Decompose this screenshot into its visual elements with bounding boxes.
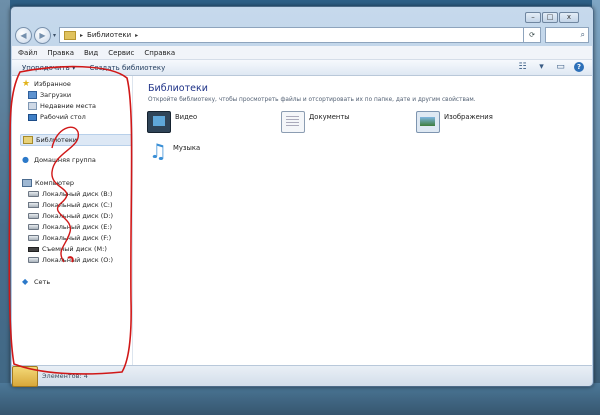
nav-homegroup[interactable]: ● Домашняя группа [22, 155, 96, 165]
desktop-icon [28, 113, 37, 121]
nav-drive-e-label: Локальный диск (E:) [42, 223, 113, 231]
nav-network[interactable]: ◆ Сеть [22, 277, 51, 287]
system-drive-icon [28, 202, 39, 208]
hard-drive-icon [28, 213, 39, 219]
address-separator-2[interactable]: ▸ [135, 32, 138, 39]
page-subtitle: Откройте библиотеку, чтобы просмотреть ф… [148, 97, 476, 103]
nav-libraries-label: Библиотеки [36, 136, 77, 144]
libraries-icon [23, 136, 33, 144]
view-options-dropdown-icon[interactable]: ▾ [536, 62, 547, 72]
nav-downloads[interactable]: Загрузки [28, 91, 71, 99]
toolbar-right: ☷ ▾ ▭ ? [517, 62, 584, 72]
nav-drive-m-label: Съемный диск (M:) [42, 245, 107, 253]
video-library-icon [147, 111, 171, 133]
status-text: Элементов: 4 [42, 372, 88, 380]
help-icon[interactable]: ? [574, 62, 584, 72]
change-view-icon[interactable]: ☷ [517, 62, 528, 72]
nav-network-label: Сеть [34, 278, 51, 286]
address-separator: ▸ [80, 31, 84, 39]
nav-drive-f[interactable]: Локальный диск (F:) [28, 234, 111, 242]
forward-arrow-icon[interactable]: ▶ [34, 26, 51, 44]
close-button[interactable]: x [559, 12, 579, 23]
nav-homegroup-label: Домашняя группа [34, 156, 96, 164]
refresh-icon[interactable]: ⟳ [524, 27, 541, 43]
library-documents[interactable]: Документы [281, 111, 350, 133]
menu-file[interactable]: Файл [18, 49, 37, 57]
downloads-folder-icon [28, 91, 37, 99]
nav-recent-places-label: Недавние места [40, 102, 96, 110]
command-bar: Упорядочить ▾ Создать библиотеку ☷ ▾ ▭ ? [12, 60, 592, 76]
nav-drive-e[interactable]: Локальный диск (E:) [28, 223, 112, 231]
address-path[interactable]: Библиотеки [87, 31, 131, 39]
nav-drive-d-label: Локальный диск (D:) [42, 212, 113, 220]
nav-drive-d[interactable]: Локальный диск (D:) [28, 212, 113, 220]
library-music[interactable]: ♫ Музыка [147, 139, 201, 163]
nav-desktop[interactable]: Рабочий стол [28, 113, 86, 121]
library-video-label: Видео [175, 113, 198, 121]
preview-pane-icon[interactable]: ▭ [555, 62, 566, 72]
caption-buttons: – □ x [525, 12, 579, 23]
address-bar[interactable]: ▸ Библиотеки ▸ [59, 27, 524, 43]
removable-drive-icon [28, 246, 39, 252]
nav-recent-places[interactable]: Недавние места [28, 102, 96, 110]
explorer-window: – □ x ◀ ▶ ▾ ▸ Библиотеки ▸ ⟳ ⌕ Файл Прав… [10, 6, 594, 387]
minimize-button[interactable]: – [525, 12, 541, 23]
nav-drive-o-label: Локальный диск (O:) [42, 256, 113, 264]
nav-desktop-label: Рабочий стол [40, 113, 86, 121]
documents-library-icon [281, 111, 305, 133]
hard-drive-icon [28, 235, 39, 241]
maximize-button[interactable]: □ [542, 12, 558, 23]
nav-downloads-label: Загрузки [40, 91, 72, 99]
status-bar [12, 365, 592, 386]
content-pane: Библиотеки Откройте библиотеку, чтобы пр… [133, 76, 592, 365]
nav-drive-c-label: Локальный диск (C:) [42, 201, 113, 209]
desktop-background-left [0, 0, 10, 415]
menu-help[interactable]: Справка [144, 49, 175, 57]
library-music-label: Музыка [173, 144, 201, 152]
nav-drive-c[interactable]: Локальный диск (C:) [28, 201, 113, 209]
navigation-pane: ★ Избранное Загрузки Недавние места Рабо… [12, 76, 133, 365]
library-pictures-label: Изображения [444, 113, 493, 121]
menu-bar: Файл Правка Вид Сервис Справка [12, 46, 592, 60]
hard-drive-icon [28, 224, 39, 230]
computer-icon [22, 179, 32, 187]
library-video[interactable]: Видео [147, 111, 197, 133]
star-icon: ★ [22, 79, 31, 89]
nav-drive-m[interactable]: Съемный диск (M:) [28, 245, 107, 253]
search-input[interactable]: ⌕ [545, 27, 589, 43]
organize-button[interactable]: Упорядочить ▾ [22, 64, 76, 72]
hard-drive-icon [28, 257, 39, 263]
hard-drive-icon [28, 191, 39, 197]
homegroup-icon: ● [22, 155, 29, 164]
nav-computer[interactable]: Компьютер [22, 179, 74, 187]
menu-view[interactable]: Вид [84, 49, 98, 57]
create-library-button[interactable]: Создать библиотеку [90, 64, 166, 72]
menu-tools[interactable]: Сервис [108, 49, 134, 57]
nav-computer-label: Компьютер [35, 179, 74, 187]
desktop-background-bottom [0, 383, 600, 415]
address-row: ◀ ▶ ▾ ▸ Библиотеки ▸ ⟳ ⌕ [15, 26, 589, 44]
nav-drive-f-label: Локальный диск (F:) [42, 234, 112, 242]
pictures-library-icon [416, 111, 440, 133]
recent-places-icon [28, 102, 37, 110]
library-folder-icon [64, 30, 77, 40]
network-icon: ◆ [22, 277, 29, 286]
nav-libraries[interactable]: Библиотеки [20, 134, 132, 146]
menu-edit[interactable]: Правка [47, 49, 74, 57]
nav-drive-b[interactable]: Локальный диск (B:) [28, 190, 112, 198]
search-icon: ⌕ [580, 30, 585, 39]
nav-drive-o[interactable]: Локальный диск (O:) [28, 256, 113, 264]
nav-drive-b-label: Локальный диск (B:) [42, 190, 113, 198]
library-documents-label: Документы [309, 113, 350, 121]
nav-favorites[interactable]: ★ Избранное [22, 79, 71, 89]
recent-pages-dropdown-icon[interactable]: ▾ [53, 32, 56, 39]
back-arrow-icon[interactable]: ◀ [15, 26, 32, 44]
music-library-icon: ♫ [149, 139, 167, 163]
libraries-status-icon [12, 366, 38, 387]
nav-favorites-label: Избранное [34, 80, 71, 88]
page-title: Библиотеки [148, 83, 208, 94]
library-pictures[interactable]: Изображения [416, 111, 493, 133]
